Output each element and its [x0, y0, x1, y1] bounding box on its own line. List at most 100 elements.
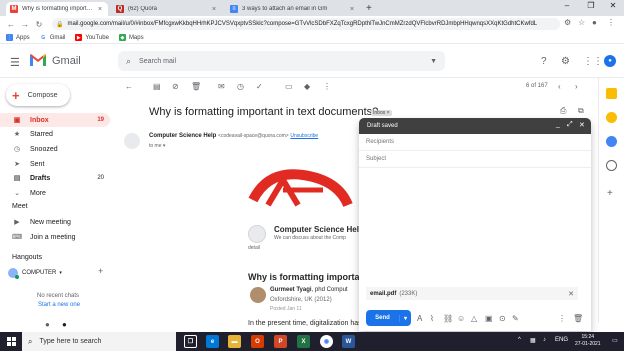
formatting-options-icon[interactable]: A — [417, 314, 422, 323]
profile-icon[interactable]: ● — [592, 18, 597, 27]
mark-unread-icon[interactable]: ✉ — [218, 82, 225, 91]
word-icon[interactable]: W — [342, 335, 355, 348]
space-card-title[interactable]: Computer Science Help — [274, 225, 364, 234]
person-icon[interactable]: ● — [45, 320, 50, 329]
insert-signature-icon[interactable]: ✎ — [512, 314, 519, 323]
send-options-icon[interactable]: ▾ — [399, 314, 411, 322]
edge-icon[interactable]: e — [206, 335, 219, 348]
notifications-icon[interactable]: ▭ — [612, 337, 618, 344]
bookmark-apps[interactable]: ⋮ Apps — [6, 34, 30, 41]
back-to-inbox-icon[interactable]: ← — [125, 82, 133, 91]
browser-menu-icon[interactable]: ⋮ — [607, 18, 615, 27]
help-icon[interactable]: ? — [541, 56, 547, 67]
older-icon[interactable]: ‹ — [558, 82, 561, 91]
contacts-icon[interactable] — [606, 160, 617, 171]
chevron-down-icon[interactable]: ▾ — [59, 270, 62, 276]
insert-drive-icon[interactable]: △ — [471, 314, 477, 323]
confidential-mode-icon[interactable]: ⊙ — [499, 314, 506, 323]
main-menu-icon[interactable]: ☰ — [10, 56, 20, 69]
close-tab-icon[interactable]: × — [348, 6, 356, 13]
extension-icon[interactable]: ⚙ — [564, 18, 571, 27]
attach-files-icon[interactable]: ⌇ — [430, 314, 434, 323]
attachment-chip[interactable]: email.pdf (233K) ✕ — [366, 287, 578, 300]
forward-icon[interactable]: → — [18, 20, 32, 29]
message-body-area[interactable] — [359, 168, 591, 283]
settings-gear-icon[interactable]: ⚙ — [561, 56, 570, 67]
sidebar-item-snoozed[interactable]: ◷ Snoozed — [0, 142, 110, 156]
send-button[interactable]: Send ▾ — [366, 310, 411, 326]
insert-emoji-icon[interactable]: ☺ — [457, 314, 465, 323]
close-window-icon[interactable]: ✕ — [606, 1, 620, 10]
newer-icon[interactable]: › — [575, 82, 578, 91]
network-icon[interactable]: ▦ — [530, 337, 536, 344]
browser-tab-quora[interactable]: Q (62) Quora × — [112, 2, 222, 16]
chat-bubble-icon[interactable]: ● — [62, 320, 67, 329]
sidebar-item-drafts[interactable]: ▤ Drafts 20 — [0, 171, 110, 185]
sidebar-item-more[interactable]: ⌄ More — [0, 186, 110, 200]
sidebar-item-sent[interactable]: ➤ Sent — [0, 157, 110, 171]
print-icon[interactable]: ⎙ — [560, 106, 566, 116]
close-icon[interactable]: ✕ — [579, 121, 585, 129]
recipient-details-toggle[interactable]: to me ▾ — [149, 143, 165, 149]
bookmark-gmail[interactable]: G Gmail — [39, 34, 65, 41]
subject-field[interactable]: Subject — [359, 151, 591, 168]
expand-icon[interactable]: ⤢ — [567, 121, 573, 129]
sidebar-item-starred[interactable]: ★ Starred — [0, 127, 110, 141]
delete-icon[interactable]: 🗑 — [191, 82, 201, 91]
lock-icon[interactable]: 🔒 — [56, 21, 63, 28]
maximize-window-icon[interactable]: ❐ — [584, 1, 598, 10]
back-icon[interactable]: ← — [4, 20, 18, 29]
recipients-field[interactable]: Recipients — [359, 134, 591, 151]
insert-photo-icon[interactable]: ▣ — [485, 314, 493, 323]
new-tab-button[interactable]: + — [366, 3, 372, 14]
browser-tab-docs[interactable]: ≡ 3 ways to attach an email in Gm × — [226, 2, 360, 16]
unsubscribe-link[interactable]: Unsubscribe — [290, 133, 318, 139]
move-to-icon[interactable]: ▭ — [285, 82, 293, 91]
compose-header[interactable]: Draft saved _ ⤢ ✕ — [359, 118, 591, 134]
office-icon[interactable]: O — [251, 335, 264, 348]
question-heading[interactable]: Why is formatting important — [248, 272, 368, 282]
task-view-icon[interactable]: ❐ — [184, 335, 197, 348]
snooze-icon[interactable]: ◷ — [237, 82, 244, 91]
powerpoint-icon[interactable]: P — [274, 335, 287, 348]
search-icon[interactable]: ⌕ — [126, 56, 131, 67]
tasks-icon[interactable] — [606, 136, 617, 147]
taskbar-search-box[interactable]: ⌕ Type here to search — [22, 332, 176, 351]
bookmark-youtube[interactable]: ▶ YouTube — [75, 34, 109, 41]
minimize-window-icon[interactable]: – — [560, 1, 574, 10]
tray-chevron-icon[interactable]: ^ — [518, 337, 521, 343]
get-addons-icon[interactable]: + — [607, 188, 613, 199]
more-options-icon[interactable]: ⋮ — [558, 314, 566, 323]
gmail-logo-icon[interactable] — [30, 54, 46, 66]
address-bar[interactable]: 🔒 mail.google.com/mail/u/0/#inbox/FMfcgx… — [52, 18, 560, 30]
label-icon[interactable]: ◆ — [304, 82, 310, 91]
report-spam-icon[interactable]: ⊘ — [172, 82, 179, 91]
chrome-icon[interactable]: ◉ — [320, 335, 333, 348]
file-explorer-icon[interactable]: ▬ — [228, 335, 241, 348]
search-options-icon[interactable]: ▼ — [430, 58, 437, 65]
reload-icon[interactable]: ↻ — [32, 20, 46, 29]
inbox-label-chip[interactable]: Inbox × — [371, 110, 392, 116]
excel-icon[interactable]: X — [297, 335, 310, 348]
system-clock[interactable]: 15:24 27-01-2021 — [575, 334, 601, 348]
keep-icon[interactable] — [606, 112, 617, 123]
join-meeting-button[interactable]: ⌨ Join a meeting — [0, 230, 110, 244]
language-indicator[interactable]: ENG — [555, 337, 568, 343]
windows-start-icon[interactable] — [7, 337, 16, 346]
compose-button[interactable]: + Compose — [6, 84, 70, 106]
google-apps-icon[interactable]: ⋮⋮ — [583, 56, 603, 67]
hangouts-user[interactable]: COMPUTER ▾ — [8, 268, 62, 279]
new-meeting-button[interactable]: ▶ New meeting — [0, 215, 110, 229]
author-name[interactable]: Gurmeet Tyagi — [270, 287, 312, 293]
new-window-icon[interactable]: ⧉ — [578, 106, 584, 116]
insert-link-icon[interactable]: ⛓ — [443, 314, 453, 323]
close-tab-icon[interactable]: × — [210, 6, 218, 13]
start-chat-link[interactable]: Start a new one — [38, 302, 80, 308]
add-to-tasks-icon[interactable]: ✓ — [256, 82, 263, 91]
archive-icon[interactable]: ▤ — [153, 82, 161, 91]
discard-draft-icon[interactable]: 🗑 — [573, 314, 583, 323]
account-avatar[interactable]: ● — [604, 55, 616, 67]
close-tab-icon[interactable]: × — [96, 6, 104, 13]
volume-icon[interactable]: ♪ — [543, 337, 546, 343]
remove-attachment-icon[interactable]: ✕ — [568, 290, 574, 298]
